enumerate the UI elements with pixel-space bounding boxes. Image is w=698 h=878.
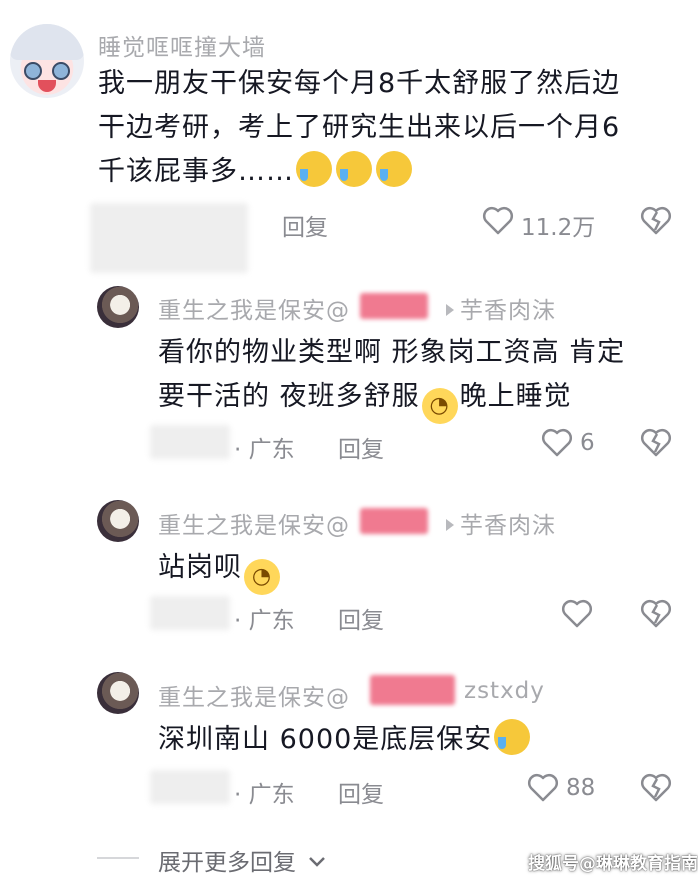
reply-line-with-emoji: 站岗呗 ◔ — [158, 546, 688, 595]
thinking-emoji-icon: ◔ — [244, 559, 280, 595]
reply-button[interactable]: 回复 — [338, 775, 384, 809]
heart-icon[interactable] — [541, 428, 573, 458]
avatar[interactable] — [10, 24, 84, 98]
reply-button[interactable]: 回复 — [282, 208, 328, 242]
reply-target[interactable]: 芋香肉沫 — [440, 506, 556, 540]
reply-arrow-icon — [446, 304, 454, 316]
blurred-mention — [370, 675, 455, 705]
reply-line: 看你的物业类型啊 形象岗工资高 肯定 — [158, 337, 626, 368]
broken-heart-icon[interactable] — [640, 599, 672, 629]
blurred-timestamp — [150, 596, 230, 630]
blurred-mention — [360, 293, 428, 319]
comment-line: 我一朋友干保安每个月8千太舒服了然后边 — [98, 68, 621, 99]
reply-header: 重生之我是保安@ — [158, 678, 350, 712]
reply-target[interactable]: 芋香肉沫 — [440, 291, 556, 325]
thinking-emoji-icon: ◔ — [421, 388, 458, 424]
reply-text: 深圳南山 6000是底层保安 — [158, 718, 688, 762]
heart-icon[interactable] — [561, 599, 593, 629]
blurred-mention — [360, 508, 428, 534]
comment-line-with-emoji: 千该屁事多…… — [98, 150, 688, 194]
like-count: 6 — [580, 430, 595, 456]
reply-line-with-emoji: 深圳南山 6000是底层保安 — [158, 718, 688, 762]
laugh-cry-emoji-icon — [376, 151, 412, 187]
watermark: 搜狐号@琳琳教育指南 — [528, 854, 698, 874]
reply-button[interactable]: 回复 — [338, 601, 384, 635]
blurred-timestamp — [150, 425, 230, 459]
broken-heart-icon[interactable] — [640, 428, 672, 458]
comment-line: 干边考研，考上了研究生出来以后一个月6 — [98, 112, 621, 143]
location: · 广东 — [234, 437, 295, 463]
avatar[interactable] — [97, 672, 139, 714]
like-count: 11.2万 — [521, 215, 596, 241]
reply-username[interactable]: 重生之我是保安@ — [158, 513, 350, 539]
reply-line-with-emoji: 要干活的 夜班多舒服 ◔ 晚上睡觉 — [158, 375, 688, 424]
reply-header: 重生之我是保安@ — [158, 291, 350, 325]
divider — [97, 857, 139, 859]
comment-text: 我一朋友干保安每个月8千太舒服了然后边 干边考研，考上了研究生出来以后一个月6 … — [98, 62, 688, 194]
comment-username[interactable]: 睡觉哐哐撞大墙 — [98, 28, 266, 62]
broken-heart-icon[interactable] — [640, 206, 672, 236]
laugh-cry-emoji-icon — [296, 151, 332, 187]
avatar[interactable] — [97, 500, 139, 542]
reply-button[interactable]: 回复 — [338, 430, 384, 464]
location: · 广东 — [234, 608, 295, 634]
blurred-timestamp — [150, 770, 230, 804]
rofl-emoji-icon — [494, 719, 531, 755]
avatar[interactable] — [97, 286, 139, 328]
heart-icon[interactable] — [527, 773, 559, 803]
reply-text: 看你的物业类型啊 形象岗工资高 肯定 要干活的 夜班多舒服 ◔ 晚上睡觉 — [158, 331, 688, 424]
broken-heart-icon[interactable] — [640, 773, 672, 803]
reply-username[interactable]: 重生之我是保安@ — [158, 685, 350, 711]
heart-icon[interactable] — [482, 206, 514, 236]
reply-header: 重生之我是保安@ — [158, 506, 350, 540]
laugh-cry-emoji-icon — [336, 151, 372, 187]
like-count: 88 — [566, 775, 596, 801]
location: · 广东 — [234, 782, 295, 808]
expand-replies-button[interactable]: 展开更多回复 — [158, 843, 327, 877]
chevron-down-icon — [309, 857, 326, 867]
reply-target[interactable]: zstxdy — [464, 678, 545, 704]
reply-text: 站岗呗 ◔ — [158, 546, 688, 595]
blurred-timestamp — [90, 203, 248, 273]
reply-username[interactable]: 重生之我是保安@ — [158, 298, 350, 324]
reply-arrow-icon — [446, 519, 454, 531]
